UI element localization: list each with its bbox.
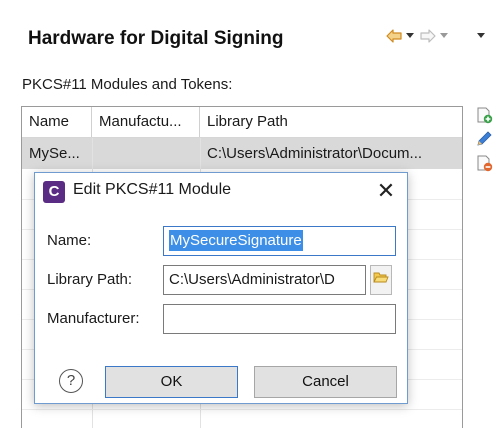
edit-icon[interactable]	[475, 130, 493, 148]
section-label: PKCS#11 Modules and Tokens:	[22, 76, 233, 93]
browse-folder-button[interactable]	[370, 265, 392, 295]
name-field-value: MySecureSignature	[169, 230, 303, 251]
edit-module-dialog: C Edit PKCS#11 Module ✕ Name: MySecureSi…	[34, 172, 408, 404]
table-cell-name[interactable]: MySe...	[22, 138, 92, 169]
forward-menu-icon[interactable]	[439, 28, 449, 44]
add-icon[interactable]	[475, 106, 493, 124]
column-header-name[interactable]: Name	[22, 107, 92, 137]
column-header-manufacturer[interactable]: Manufactu...	[92, 107, 200, 137]
name-field[interactable]: MySecureSignature	[163, 226, 396, 256]
library-path-label: Library Path:	[47, 271, 133, 288]
manufacturer-field[interactable]	[163, 304, 396, 334]
name-label: Name:	[47, 232, 92, 249]
page-title: Hardware for Digital Signing	[28, 28, 284, 49]
library-path-field[interactable]: C:\Users\Administrator\D	[163, 265, 366, 295]
folder-icon	[373, 271, 389, 289]
manufacturer-label: Manufacturer:	[47, 310, 140, 327]
back-menu-icon[interactable]	[405, 28, 415, 44]
table-cell-library-path[interactable]: C:\Users\Administrator\Docum...	[200, 138, 462, 169]
row-divider	[22, 409, 462, 410]
table-cell-manufacturer[interactable]	[92, 138, 200, 169]
forward-arrow-icon[interactable]	[420, 28, 436, 44]
view-menu-icon[interactable]	[476, 28, 486, 44]
app-logo-icon: C	[43, 181, 65, 203]
dialog-title: Edit PKCS#11 Module	[73, 181, 232, 198]
ok-button[interactable]: OK	[105, 366, 238, 398]
column-header-library-path[interactable]: Library Path	[200, 107, 462, 137]
remove-icon[interactable]	[475, 154, 493, 172]
close-icon[interactable]: ✕	[371, 176, 401, 206]
back-arrow-icon[interactable]	[386, 28, 402, 44]
help-icon[interactable]: ?	[59, 369, 83, 393]
cancel-button[interactable]: Cancel	[254, 366, 397, 398]
